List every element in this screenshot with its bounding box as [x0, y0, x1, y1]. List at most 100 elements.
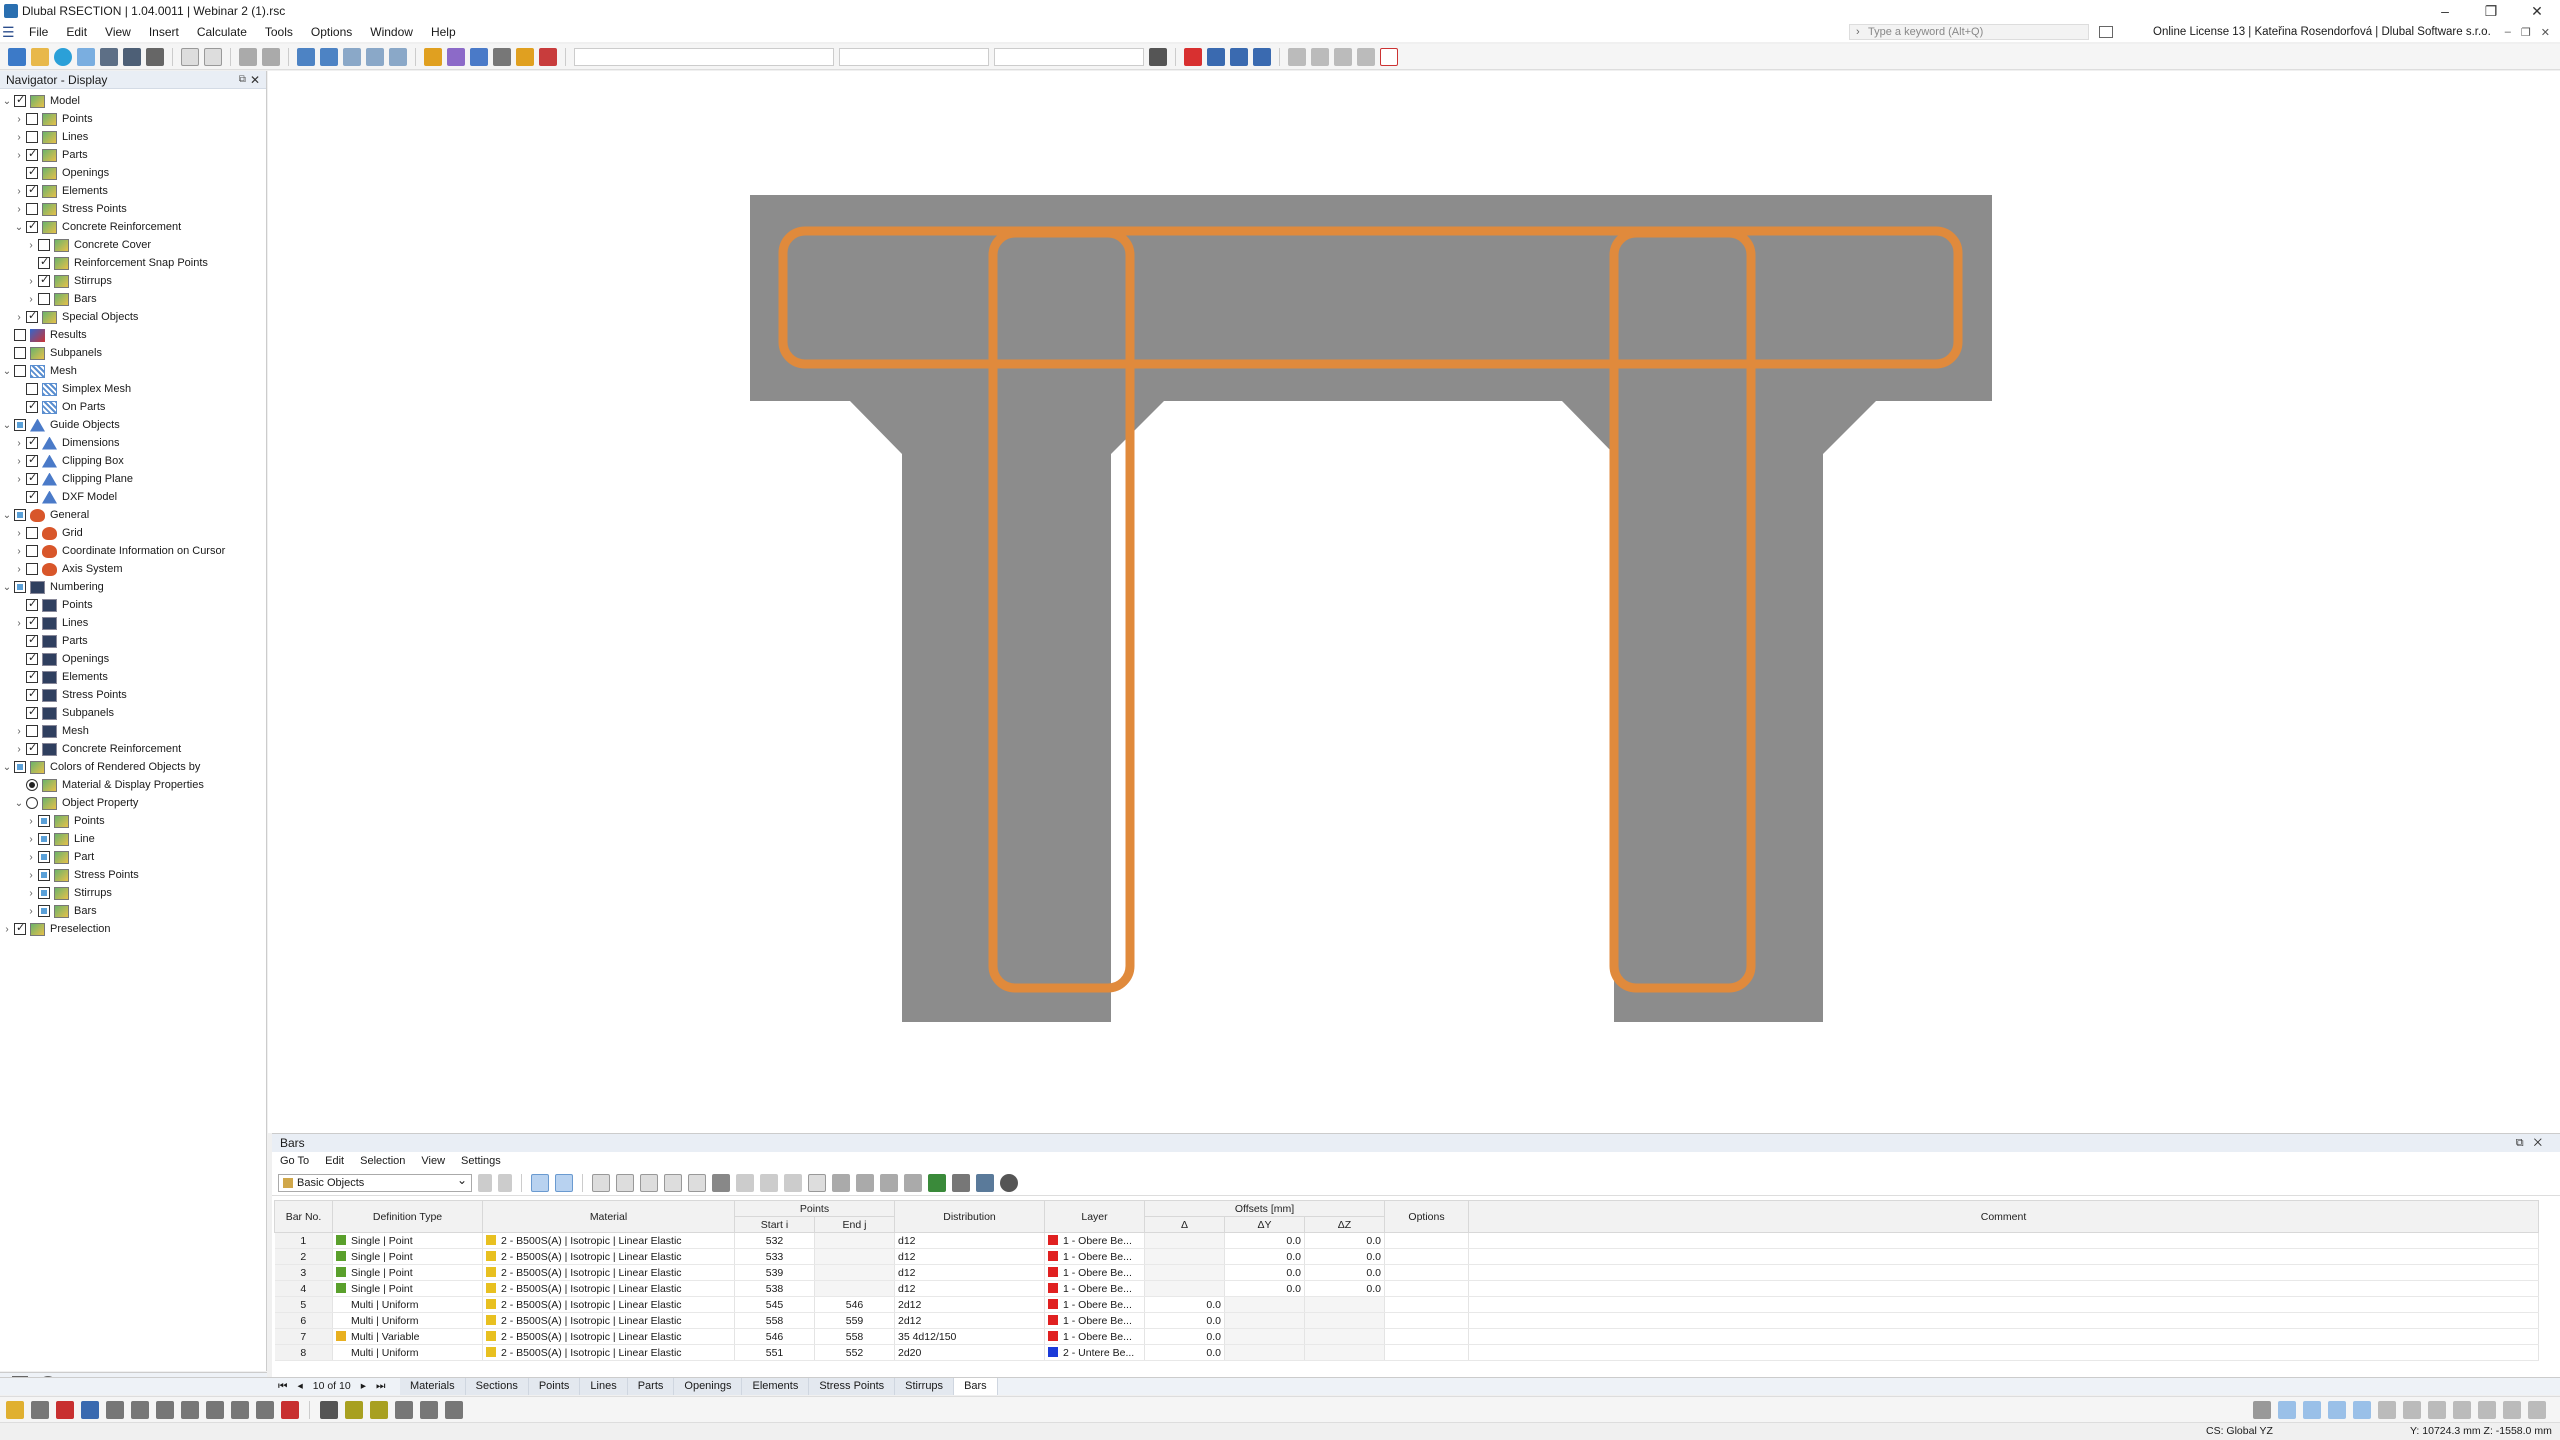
nav-item[interactable]: ⌄ Object Property: [0, 794, 266, 812]
nav-item[interactable]: Results: [0, 326, 266, 344]
nav-checkbox[interactable]: [26, 563, 38, 575]
load-case-select[interactable]: [574, 47, 834, 66]
nav-checkbox[interactable]: [38, 273, 50, 287]
hamburger-menu-icon[interactable]: ☰: [2, 24, 20, 41]
circle-tool-icon[interactable]: [181, 1400, 199, 1419]
stress-point-tool-icon[interactable]: [445, 1400, 463, 1419]
restore-doc-icon[interactable]: ❐: [2521, 26, 2531, 39]
nav-item[interactable]: › Stress Points: [0, 866, 266, 884]
move-row-icon[interactable]: [664, 1173, 682, 1192]
nav-item[interactable]: Stress Points: [0, 686, 266, 704]
cell-dz[interactable]: [1304, 1328, 1385, 1345]
spline-tool-icon[interactable]: [206, 1400, 224, 1419]
menu-window[interactable]: Window: [361, 25, 422, 39]
snap-point-icon[interactable]: [56, 1400, 74, 1419]
cell-end[interactable]: [814, 1264, 895, 1281]
nav-item[interactable]: ⌄ Numbering: [0, 578, 266, 596]
nav-checkbox[interactable]: [26, 687, 38, 701]
cell-definition[interactable]: Single | Point: [332, 1232, 483, 1249]
next-page-icon[interactable]: ▸: [361, 1380, 366, 1393]
cell-end[interactable]: 552: [814, 1344, 895, 1361]
nav-item[interactable]: › Stirrups: [0, 272, 266, 290]
table-row[interactable]: 3 Single | Point 2 - B500S(A) | Isotropic …: [274, 1264, 2539, 1281]
expand-icon[interactable]: ›: [14, 546, 24, 557]
cell-dy[interactable]: [1224, 1328, 1305, 1345]
delete-row-icon[interactable]: [712, 1173, 730, 1192]
expand-icon[interactable]: ›: [14, 456, 24, 467]
copy-model-icon[interactable]: [77, 47, 95, 66]
polyline-tool-icon[interactable]: [131, 1400, 149, 1419]
menu-file[interactable]: File: [20, 25, 57, 39]
expand-icon[interactable]: ›: [26, 888, 36, 899]
nav-checkbox[interactable]: [38, 833, 50, 845]
snap-grid-icon[interactable]: [2278, 1400, 2296, 1419]
import-icon[interactable]: [952, 1173, 970, 1192]
cell-dy[interactable]: 0.0: [1224, 1264, 1305, 1281]
mirror-icon[interactable]: [1334, 47, 1352, 66]
nav-checkbox[interactable]: [26, 597, 38, 611]
nav-checkbox[interactable]: [26, 651, 38, 665]
nav-item[interactable]: › Stress Points: [0, 200, 266, 218]
cell-material[interactable]: 2 - B500S(A) | Isotropic | Linear Elasti…: [482, 1312, 735, 1329]
document-icon[interactable]: [204, 47, 222, 66]
nav-checkbox[interactable]: [26, 527, 38, 539]
cell-options[interactable]: [1384, 1232, 1469, 1249]
cell-dz[interactable]: 0.0: [1304, 1248, 1385, 1265]
cell-bar-no[interactable]: 3: [274, 1264, 333, 1281]
cell-dy[interactable]: 0.0: [1224, 1232, 1305, 1249]
nav-checkbox[interactable]: [14, 365, 26, 377]
nav-checkbox[interactable]: [26, 435, 38, 449]
nav-item[interactable]: ⌄ Concrete Reinforcement: [0, 218, 266, 236]
expand-icon[interactable]: ›: [14, 618, 24, 629]
nav-item[interactable]: › Mesh: [0, 722, 266, 740]
cell-options[interactable]: [1384, 1344, 1469, 1361]
nav-item[interactable]: › Clipping Plane: [0, 470, 266, 488]
cell-material[interactable]: 2 - B500S(A) | Isotropic | Linear Elasti…: [482, 1232, 735, 1249]
cell-layer[interactable]: 1 - Obere Be...: [1044, 1264, 1145, 1281]
nav-item[interactable]: ⌄ Model: [0, 92, 266, 110]
nav-checkbox[interactable]: [26, 183, 38, 197]
nav-item[interactable]: Simplex Mesh: [0, 380, 266, 398]
table-settings-icon[interactable]: [808, 1173, 826, 1192]
nav-item[interactable]: Openings: [0, 650, 266, 668]
cell-bar-no[interactable]: 2: [274, 1248, 333, 1265]
menu-edit[interactable]: Edit: [57, 25, 96, 39]
cell-comment[interactable]: [1468, 1264, 2539, 1281]
cell-start[interactable]: 538: [734, 1280, 815, 1297]
nav-checkbox[interactable]: [26, 545, 38, 557]
report-icon[interactable]: [181, 47, 199, 66]
nav-checkbox[interactable]: [38, 293, 50, 305]
cell-distribution[interactable]: 35 4d12/150: [894, 1328, 1045, 1345]
nav-item[interactable]: › Bars: [0, 290, 266, 308]
nav-item[interactable]: › Dimensions: [0, 434, 266, 452]
table-row[interactable]: 7 Multi | Variable 2 - B500S(A) | Isotropi…: [274, 1328, 2539, 1345]
result-type-select[interactable]: [839, 47, 989, 66]
nav-item[interactable]: Parts: [0, 632, 266, 650]
cell-delta[interactable]: [1144, 1248, 1225, 1265]
collapse-icon[interactable]: ⌄: [2, 510, 12, 521]
menu-help[interactable]: Help: [422, 25, 465, 39]
nav-checkbox[interactable]: [14, 347, 26, 359]
cell-delta[interactable]: 0.0: [1144, 1328, 1225, 1345]
cell-dz[interactable]: 0.0: [1304, 1280, 1385, 1297]
expand-icon[interactable]: ›: [26, 816, 36, 827]
nav-item[interactable]: › Stirrups: [0, 884, 266, 902]
table-view-icon[interactable]: [320, 47, 338, 66]
nav-item[interactable]: ⌄ Mesh: [0, 362, 266, 380]
cell-layer[interactable]: 1 - Obere Be...: [1044, 1248, 1145, 1265]
view-x-icon[interactable]: [2378, 1400, 2396, 1419]
expand-icon[interactable]: ›: [14, 744, 24, 755]
nav-checkbox[interactable]: [26, 453, 38, 467]
nav-checkbox[interactable]: [38, 905, 50, 917]
line-tool-icon[interactable]: [106, 1400, 124, 1419]
nav-checkbox[interactable]: [14, 93, 26, 107]
nav-item[interactable]: On Parts: [0, 398, 266, 416]
close-window-icon[interactable]: ✕: [2514, 3, 2560, 20]
copy-icon[interactable]: [1357, 47, 1375, 66]
part-tool-icon[interactable]: [320, 1400, 338, 1419]
collapse-icon[interactable]: ⌄: [2, 582, 12, 593]
snap-off-icon[interactable]: [1184, 47, 1202, 66]
nav-checkbox[interactable]: [14, 581, 26, 593]
grid-toggle-icon[interactable]: [2253, 1400, 2271, 1419]
tab-sections[interactable]: Sections: [465, 1378, 529, 1395]
